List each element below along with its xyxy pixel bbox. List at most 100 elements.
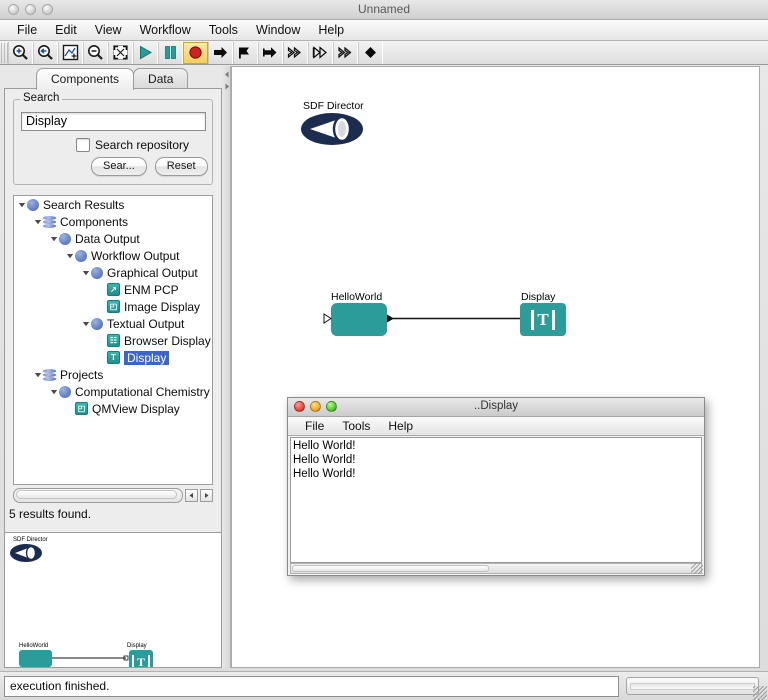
tree-row-label: Projects (60, 367, 104, 382)
window-resize-grip[interactable] (753, 686, 767, 700)
leaf-image-icon: ◰ (75, 402, 88, 415)
search-button[interactable]: Sear... (91, 157, 147, 176)
tab-components[interactable]: Components (36, 68, 135, 90)
tree-row[interactable]: ↗ ENM PCP (14, 281, 212, 298)
tree-row[interactable]: Components (14, 213, 212, 230)
workflow-thumbnail-panel[interactable]: SDF Director HelloWorld Display T (4, 532, 222, 668)
tree-row[interactable]: Workflow Output (14, 247, 212, 264)
chevron-down-icon[interactable] (64, 247, 75, 264)
thumbnail-node-label-helloworld: HelloWorld (19, 643, 49, 649)
display-menu-tools[interactable]: Tools (333, 419, 379, 433)
divider-collapse-left-icon[interactable] (223, 70, 230, 78)
menu-window[interactable]: Window (247, 21, 309, 39)
search-buttons: Sear... Reset (91, 157, 208, 176)
run-icon[interactable] (133, 41, 158, 64)
search-input[interactable]: Display (21, 112, 206, 131)
progress-bar (626, 677, 759, 695)
tree-row[interactable]: ☷ Browser Display (14, 332, 212, 349)
tree-row[interactable]: Search Results (14, 196, 212, 213)
node-helloworld-input-port[interactable] (323, 312, 333, 326)
display-text-area[interactable]: Hello World! Hello World! Hello World! (290, 437, 702, 563)
chevron-down-icon[interactable] (32, 213, 43, 230)
pause-icon[interactable] (158, 41, 183, 64)
display-resize-grip[interactable] (691, 562, 703, 574)
chevron-down-icon[interactable] (16, 196, 27, 213)
tree-row[interactable]: Textual Output (14, 315, 212, 332)
tab-data[interactable]: Data (133, 68, 189, 90)
menu-workflow[interactable]: Workflow (131, 21, 200, 39)
tree-row[interactable]: ◰ QMView Display (14, 400, 212, 417)
node-display[interactable]: T (520, 303, 566, 336)
search-repository-checkbox[interactable] (76, 138, 90, 152)
scroll-right-icon[interactable] (200, 488, 213, 502)
zoom-in-icon[interactable] (8, 41, 33, 64)
display-line: Hello World! (293, 468, 356, 480)
tree-row-label: Workflow Output (91, 248, 180, 263)
zoom-reset-icon[interactable] (33, 41, 58, 64)
menu-file[interactable]: File (8, 21, 46, 39)
display-menu-file[interactable]: File (296, 419, 333, 433)
search-repository-row[interactable]: Search repository (76, 138, 189, 152)
scroll-left-icon[interactable] (185, 488, 198, 502)
thumbnail-node-helloworld (19, 650, 52, 667)
display-output-window[interactable]: ..Display File Tools Help Hello World! H… (287, 397, 705, 576)
display-line: Hello World! (293, 454, 356, 466)
menu-view[interactable]: View (86, 21, 131, 39)
tree-row[interactable]: T Display (14, 349, 212, 366)
tree-row[interactable]: Projects (14, 366, 212, 383)
reset-button[interactable]: Reset (154, 157, 208, 176)
zoom-fit-icon[interactable] (58, 41, 83, 64)
menu-help[interactable]: Help (309, 21, 353, 39)
stop-icon[interactable] (183, 41, 208, 64)
tree-row[interactable]: ◰ Image Display (14, 298, 212, 315)
fullscreen-icon[interactable] (108, 41, 133, 64)
tree-row[interactable]: Computational Chemistry (14, 383, 212, 400)
tree-row[interactable]: Graphical Output (14, 264, 212, 281)
display-scrollbar-thumb[interactable] (292, 565, 489, 572)
tree-row[interactable]: Data Output (14, 230, 212, 247)
scrollbar-thumb[interactable] (16, 489, 178, 499)
scrollbar-track[interactable] (13, 487, 183, 503)
chevron-down-icon[interactable] (80, 315, 91, 332)
fast-forward-filled-icon[interactable] (283, 41, 308, 64)
menu-edit[interactable]: Edit (46, 21, 86, 39)
display-window-titlebar: ..Display (288, 398, 704, 417)
display-menu-help[interactable]: Help (379, 419, 422, 433)
menu-tools[interactable]: Tools (200, 21, 247, 39)
workflow-canvas[interactable]: SDF Director HelloWorld Display T ..Disp… (231, 66, 760, 668)
fast-forward-hollow-icon[interactable] (333, 41, 358, 64)
chevron-down-icon[interactable] (80, 264, 91, 281)
leaf-image-icon: ◰ (107, 300, 120, 313)
menubar: File Edit View Workflow Tools Window Hel… (0, 20, 768, 41)
toolbar-grip[interactable] (1, 42, 8, 63)
node-helloworld[interactable] (331, 303, 387, 336)
fast-forward-outline-icon[interactable] (308, 41, 333, 64)
folder-ball-icon (59, 385, 71, 398)
node-label-display: Display (521, 291, 556, 303)
divider-collapse-right-icon[interactable] (223, 82, 230, 90)
panel-tabs: Components Data (36, 68, 189, 90)
search-results-tree[interactable]: Search Results Components Data Output Workf… (13, 195, 213, 485)
status-message: execution finished. (4, 676, 619, 697)
category-stack-icon (43, 215, 56, 228)
chevron-down-icon[interactable] (48, 230, 59, 247)
tree-horizontal-scrollbar[interactable] (13, 487, 213, 503)
display-horizontal-scrollbar[interactable] (290, 563, 702, 574)
thumbnail-node-label-display: Display (127, 643, 147, 649)
leaf-browser-icon: ☷ (107, 334, 120, 347)
zoom-out-icon[interactable] (83, 41, 108, 64)
step-forward-icon[interactable] (208, 41, 233, 64)
diamond-icon[interactable] (358, 41, 383, 64)
panel-divider[interactable] (222, 66, 231, 668)
chevron-down-icon[interactable] (32, 366, 43, 383)
chevron-down-icon[interactable] (48, 383, 59, 400)
step-to-flag-icon[interactable] (233, 41, 258, 64)
thumbnail-display-glyph: T (136, 655, 145, 668)
progress-bar-fill (630, 683, 755, 690)
display-bar-left (531, 309, 535, 330)
sdf-director-icon[interactable] (300, 111, 364, 147)
step-arrow-icon[interactable] (258, 41, 283, 64)
tree-row-label: Data Output (75, 231, 140, 246)
